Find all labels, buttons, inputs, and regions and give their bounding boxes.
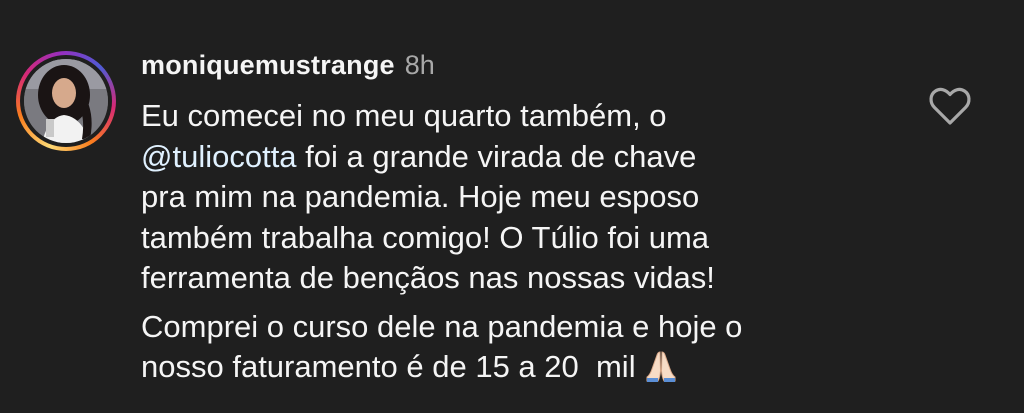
comment-line: ferramenta de bençãos nas nossas vidas!: [141, 260, 715, 295]
comment-line-text: nosso faturamento é de 15 a 20 mil: [141, 349, 636, 384]
comment-paragraph-1: Eu comecei no meu quarto também, o @tuli…: [141, 96, 901, 299]
comment-paragraph-2: Comprei o curso dele na pandemia e hoje …: [141, 307, 901, 394]
comment-line: Comprei o curso dele na pandemia e hoje …: [141, 308, 743, 344]
comment-item: moniquemustrange 8h Eu comecei no meu qu…: [0, 0, 1024, 413]
avatar-story-ring[interactable]: [16, 51, 116, 151]
avatar-photo: [24, 59, 108, 143]
comment-line: pra mim na pandemia. Hoje meu esposo: [141, 179, 700, 214]
comment-header: moniquemustrange 8h: [141, 50, 435, 86]
praying-hands-icon: [644, 349, 678, 394]
mention-link[interactable]: @tuliocotta: [141, 139, 297, 174]
heart-outline-icon: [929, 87, 971, 125]
avatar-ring-gap: [20, 55, 112, 147]
comment-line: @tuliocotta foi a grande virada de chave: [141, 137, 901, 178]
comment-line: nosso faturamento é de 15 a 20 mil: [141, 347, 901, 394]
comment-line: Eu comecei no meu quarto também, o: [141, 98, 667, 133]
username-link[interactable]: moniquemustrange: [141, 50, 395, 81]
timestamp: 8h: [404, 50, 435, 80]
comment-line: também trabalha comigo! O Túlio foi uma: [141, 219, 710, 255]
like-button[interactable]: [928, 86, 972, 126]
comment-line-text: foi a grande virada de chave: [296, 138, 697, 174]
comment-text: Eu comecei no meu quarto também, o @tuli…: [141, 96, 901, 394]
avatar[interactable]: [24, 59, 108, 143]
